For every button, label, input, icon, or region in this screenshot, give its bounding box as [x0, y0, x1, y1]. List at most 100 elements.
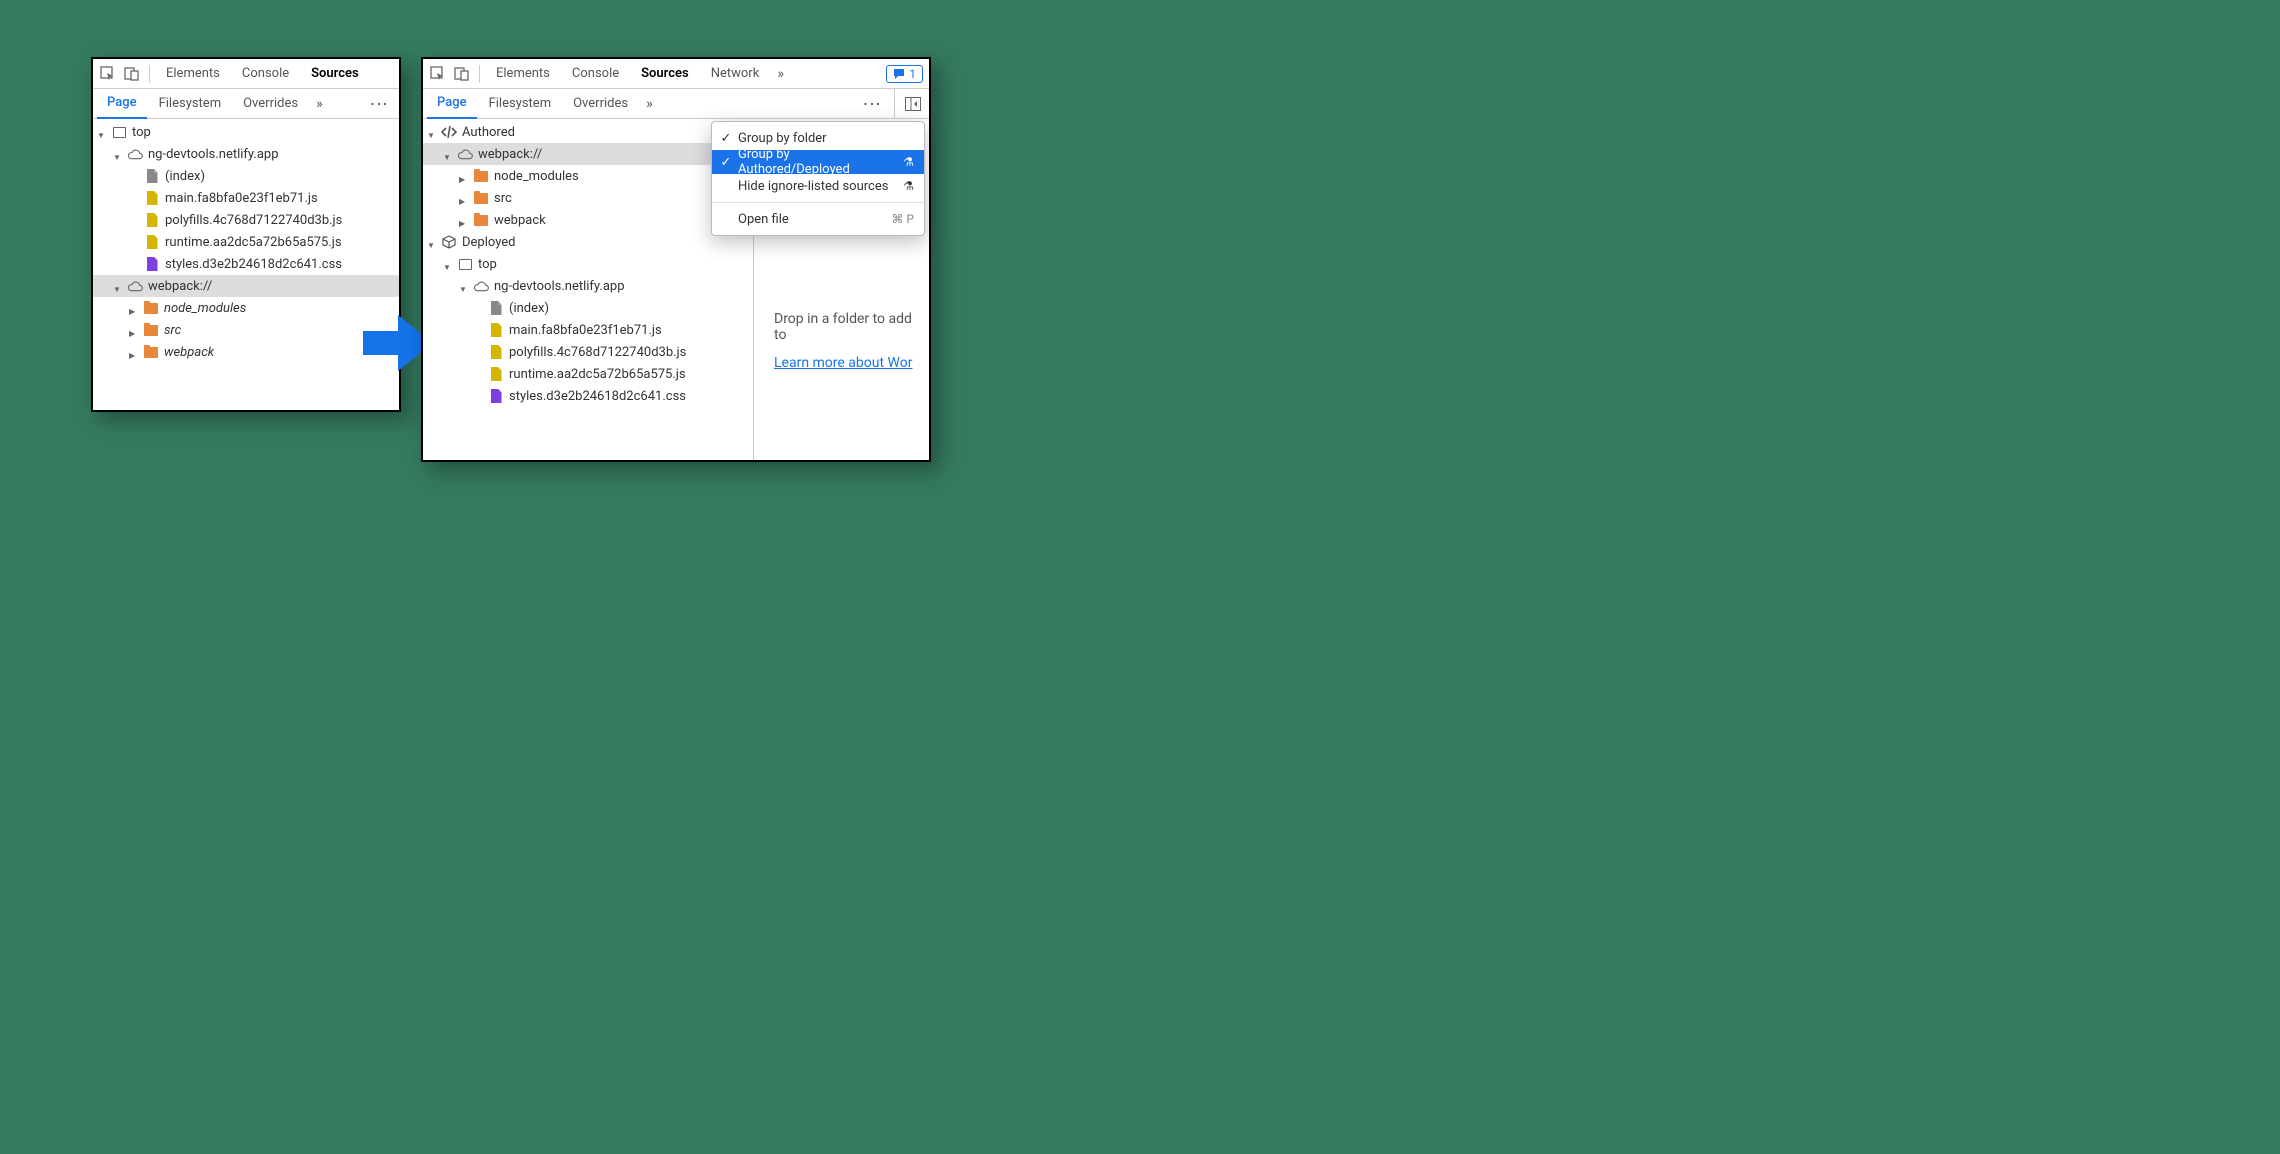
- folder-icon: [144, 325, 158, 336]
- inspect-icon[interactable]: [427, 63, 449, 85]
- subtab-kebab-icon[interactable]: ⋮: [362, 95, 395, 113]
- cloud-icon: [472, 278, 490, 294]
- subtab-more[interactable]: »: [310, 96, 329, 112]
- tree-label: top: [478, 257, 497, 272]
- tab-more[interactable]: »: [771, 66, 790, 82]
- subtab-more[interactable]: »: [640, 96, 659, 112]
- subtab-page[interactable]: Page: [97, 89, 147, 119]
- tree-label: ng-devtools.netlify.app: [494, 279, 625, 294]
- sources-subbar: Page Filesystem Overrides » ⋮: [93, 89, 399, 119]
- chevron-down-icon: [459, 281, 469, 291]
- tree-node-folder[interactable]: src: [423, 187, 753, 209]
- device-toggle-icon[interactable]: [121, 63, 143, 85]
- device-toggle-icon[interactable]: [451, 63, 473, 85]
- menu-separator: [712, 202, 924, 203]
- tree-node-folder[interactable]: src: [93, 319, 399, 341]
- toggle-navigator-icon[interactable]: [901, 97, 925, 111]
- js-file-icon: [147, 213, 158, 227]
- tree-label: polyfills.4c768d7122740d3b.js: [165, 213, 342, 228]
- tab-console[interactable]: Console: [562, 59, 629, 89]
- tree-node-file[interactable]: polyfills.4c768d7122740d3b.js: [93, 209, 399, 231]
- tab-console[interactable]: Console: [232, 59, 299, 89]
- folder-icon: [474, 193, 488, 204]
- cloud-icon: [456, 146, 474, 162]
- tree-node-file[interactable]: polyfills.4c768d7122740d3b.js: [423, 341, 753, 363]
- tree-label: webpack://: [148, 279, 212, 294]
- menu-label: Group by folder: [738, 131, 914, 146]
- tree-node-folder[interactable]: webpack: [423, 209, 753, 231]
- tree-node-webpack[interactable]: webpack://: [93, 275, 399, 297]
- chevron-right-icon: [129, 325, 139, 335]
- chevron-down-icon: [427, 237, 437, 247]
- inspect-icon[interactable]: [97, 63, 119, 85]
- tree-label: runtime.aa2dc5a72b65a575.js: [509, 367, 686, 382]
- tree-label: webpack://: [478, 147, 542, 162]
- tree-label: node_modules: [494, 169, 579, 184]
- divider: [149, 65, 150, 83]
- tree-node-authored[interactable]: Authored: [423, 121, 753, 143]
- tree-node-index[interactable]: (index): [423, 297, 753, 319]
- tree-label: main.fa8bfa0e23f1eb71.js: [165, 191, 318, 206]
- document-icon: [491, 301, 502, 315]
- tree-node-folder[interactable]: webpack: [93, 341, 399, 363]
- tree-node-file[interactable]: runtime.aa2dc5a72b65a575.js: [93, 231, 399, 253]
- tab-elements[interactable]: Elements: [486, 59, 560, 89]
- deployed-icon: [440, 234, 458, 250]
- tree-node-file[interactable]: main.fa8bfa0e23f1eb71.js: [423, 319, 753, 341]
- subtab-filesystem[interactable]: Filesystem: [479, 89, 562, 119]
- tree-label: polyfills.4c768d7122740d3b.js: [509, 345, 686, 360]
- tab-sources[interactable]: Sources: [301, 59, 369, 89]
- tree-label: styles.d3e2b24618d2c641.css: [165, 257, 342, 272]
- workspace-learn-more-link[interactable]: Learn more about Wor: [774, 355, 912, 371]
- tree-label: webpack: [164, 345, 214, 360]
- chevron-down-icon: [443, 149, 453, 159]
- tree-node-file[interactable]: styles.d3e2b24618d2c641.css: [423, 385, 753, 407]
- workspace-drop-text: Drop in a folder to add to: [774, 311, 919, 343]
- chevron-right-icon: [459, 193, 469, 203]
- tree-node-folder[interactable]: node_modules: [93, 297, 399, 319]
- tree-node-top[interactable]: top: [423, 253, 753, 275]
- menu-open-file[interactable]: Open file ⌘ P: [712, 207, 924, 231]
- tree-node-deployed[interactable]: Deployed: [423, 231, 753, 253]
- context-menu: ✓ Group by folder ✓ Group by Authored/De…: [711, 121, 925, 236]
- tree-node-domain[interactable]: ng-devtools.netlify.app: [93, 143, 399, 165]
- tree-node-file[interactable]: main.fa8bfa0e23f1eb71.js: [93, 187, 399, 209]
- chevron-down-icon: [427, 127, 437, 137]
- chevron-down-icon: [443, 259, 453, 269]
- file-tree: top ng-devtools.netlify.app (index) main…: [93, 119, 399, 365]
- subtab-page[interactable]: Page: [427, 89, 477, 119]
- flask-icon: ⚗: [903, 179, 914, 193]
- css-file-icon: [147, 257, 158, 271]
- tree-node-top[interactable]: top: [93, 121, 399, 143]
- chevron-right-icon: [459, 215, 469, 225]
- sources-subbar: Page Filesystem Overrides » ⋮: [423, 89, 929, 119]
- issues-badge[interactable]: 1: [886, 65, 923, 83]
- divider: [894, 89, 895, 118]
- tree-node-index[interactable]: (index): [93, 165, 399, 187]
- js-file-icon: [147, 235, 158, 249]
- subtab-kebab-icon[interactable]: ⋮: [855, 95, 888, 113]
- chevron-right-icon: [129, 347, 139, 357]
- tree-label: node_modules: [164, 301, 246, 316]
- tree-label: ng-devtools.netlify.app: [148, 147, 279, 162]
- tab-elements[interactable]: Elements: [156, 59, 230, 89]
- frame-icon: [113, 127, 126, 138]
- subtab-overrides[interactable]: Overrides: [563, 89, 638, 119]
- menu-group-by-authored-deployed[interactable]: ✓ Group by Authored/Deployed ⚗: [712, 150, 924, 174]
- file-tree: Authored webpack:// node_modules src web…: [423, 119, 753, 409]
- tree-node-file[interactable]: styles.d3e2b24618d2c641.css: [93, 253, 399, 275]
- folder-icon: [474, 171, 488, 182]
- tab-sources[interactable]: Sources: [631, 59, 699, 89]
- tree-node-webpack[interactable]: webpack://: [423, 143, 753, 165]
- code-icon: [440, 124, 458, 140]
- menu-label: Group by Authored/Deployed: [738, 147, 897, 177]
- menu-hide-ignore-listed[interactable]: Hide ignore-listed sources ⚗: [712, 174, 924, 198]
- js-file-icon: [491, 345, 502, 359]
- subtab-overrides[interactable]: Overrides: [233, 89, 308, 119]
- tree-node-file[interactable]: runtime.aa2dc5a72b65a575.js: [423, 363, 753, 385]
- subtab-filesystem[interactable]: Filesystem: [149, 89, 232, 119]
- tree-label: top: [132, 125, 151, 140]
- tree-node-folder[interactable]: node_modules: [423, 165, 753, 187]
- tree-node-domain[interactable]: ng-devtools.netlify.app: [423, 275, 753, 297]
- tab-network[interactable]: Network: [701, 59, 770, 89]
